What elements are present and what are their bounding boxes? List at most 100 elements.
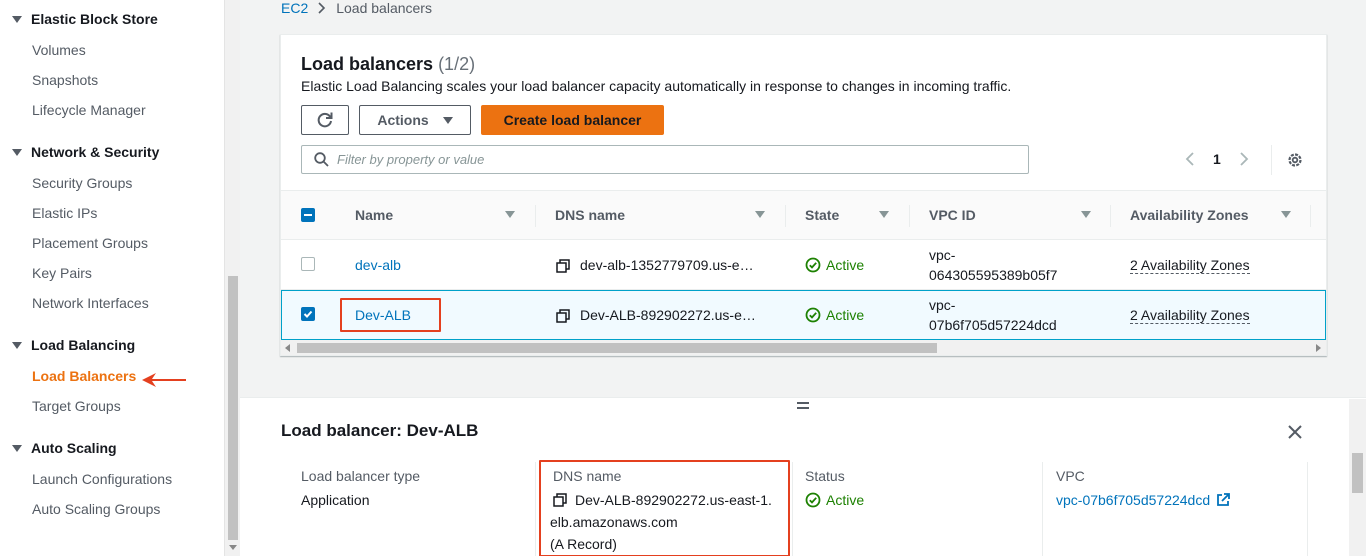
sort-caret-icon[interactable]	[1281, 211, 1291, 218]
scroll-right-icon[interactable]	[1316, 344, 1322, 352]
arrow-left-icon	[142, 373, 186, 387]
state-badge: Active	[805, 257, 864, 273]
page-title: Load balancers (1/2)	[301, 54, 476, 74]
vpc-link[interactable]: vpc-07b6f705d57224dcd	[1056, 492, 1231, 508]
panel-description: Elastic Load Balancing scales your load …	[301, 78, 1012, 94]
column-header-dns-name[interactable]: DNS name	[555, 207, 625, 223]
scroll-down-icon[interactable]	[229, 545, 237, 550]
divider	[1271, 145, 1272, 175]
vpc-id-value: vpc- 064305595389b05f7	[929, 247, 1058, 283]
filter-box[interactable]	[301, 145, 1029, 174]
current-page[interactable]: 1	[1213, 151, 1221, 167]
copy-icon[interactable]	[556, 259, 570, 273]
sidebar-item-launch-configurations[interactable]: Launch Configurations	[32, 471, 172, 487]
details-scrollbar[interactable]	[1349, 399, 1366, 556]
settings-gear-icon[interactable]	[1286, 151, 1304, 169]
column-divider	[1110, 205, 1111, 227]
sidebar-section-network-security[interactable]: Network & Security	[12, 144, 159, 160]
sort-caret-icon[interactable]	[505, 211, 515, 218]
sidebar-item-target-groups[interactable]: Target Groups	[32, 398, 121, 414]
column-header-state[interactable]: State	[805, 207, 839, 223]
external-link-icon[interactable]	[1216, 493, 1231, 507]
sort-caret-icon[interactable]	[755, 211, 765, 218]
scrollbar-thumb[interactable]	[228, 276, 238, 540]
sidebar-section-ebs[interactable]: Elastic Block Store	[12, 11, 158, 27]
breadcrumb-ec2[interactable]: EC2	[281, 0, 308, 16]
column-divider	[1042, 462, 1043, 556]
filter-input[interactable]	[337, 152, 1017, 167]
sidebar-section-load-balancing[interactable]: Load Balancing	[12, 337, 135, 353]
sidebar-item-volumes[interactable]: Volumes	[32, 42, 86, 58]
column-divider	[535, 205, 536, 227]
status-badge: Active	[805, 492, 864, 508]
column-header-vpc-id[interactable]: VPC ID	[929, 207, 976, 223]
details-panel: Load balancer: Dev-ALB Load balancer typ…	[240, 397, 1366, 556]
sidebar-item-security-groups[interactable]: Security Groups	[32, 175, 132, 191]
column-header-name[interactable]: Name	[355, 207, 393, 223]
load-balancer-name-link[interactable]: dev-alb	[355, 257, 401, 273]
refresh-button[interactable]	[301, 105, 349, 135]
sidebar-item-placement-groups[interactable]: Placement Groups	[32, 235, 148, 251]
copy-icon[interactable]	[553, 493, 567, 507]
search-icon	[314, 152, 329, 167]
breadcrumb-current: Load balancers	[336, 0, 432, 16]
sidebar-item-load-balancers[interactable]: Load Balancers	[32, 368, 136, 384]
availability-zones-link[interactable]: 2 Availability Zones	[1130, 307, 1250, 324]
sidebar: Elastic Block Store Volumes Snapshots Li…	[0, 0, 224, 556]
scrollbar-thumb[interactable]	[1352, 453, 1363, 493]
column-header-availability-zones[interactable]: Availability Zones	[1130, 207, 1249, 223]
column-divider	[785, 205, 786, 227]
check-circle-icon	[805, 307, 821, 323]
caret-down-icon	[12, 148, 22, 156]
details-title: Load balancer: Dev-ALB	[281, 421, 479, 440]
copy-icon[interactable]	[556, 309, 570, 323]
sidebar-item-lifecycle-manager[interactable]: Lifecycle Manager	[32, 102, 146, 118]
check-circle-icon	[805, 257, 821, 273]
column-divider	[1310, 205, 1311, 227]
checkmark-icon	[303, 310, 313, 318]
sidebar-item-key-pairs[interactable]: Key Pairs	[32, 265, 92, 281]
pagination: 1	[1185, 151, 1249, 167]
sidebar-item-auto-scaling-groups[interactable]: Auto Scaling Groups	[32, 501, 160, 517]
table-row[interactable]: dev-alb dev-alb-1352779709.us-e… Active …	[281, 240, 1326, 290]
load-balancer-name-link[interactable]: Dev-ALB	[355, 307, 411, 323]
sidebar-item-snapshots[interactable]: Snapshots	[32, 72, 98, 88]
table-header: Name DNS name State VPC ID Availability …	[281, 190, 1326, 240]
column-divider	[1307, 462, 1308, 556]
chevron-left-icon[interactable]	[1185, 151, 1195, 167]
load-balancers-panel: Load balancers (1/2) Elastic Load Balanc…	[280, 34, 1327, 356]
table-row-selected[interactable]: Dev-ALB Dev-ALB-892902272.us-e… Active v…	[281, 290, 1326, 340]
caret-down-icon	[12, 444, 22, 452]
availability-zones-link[interactable]: 2 Availability Zones	[1130, 257, 1250, 274]
dns-name-value: dev-alb-1352779709.us-e…	[580, 257, 754, 273]
scroll-left-icon[interactable]	[285, 344, 291, 352]
row-checkbox-checked[interactable]	[301, 307, 315, 321]
scrollbar-thumb[interactable]	[297, 343, 937, 353]
dns-name-value: Dev-ALB-892902272.us-e…	[580, 307, 756, 323]
chevron-right-icon[interactable]	[1239, 151, 1249, 167]
close-icon[interactable]	[1287, 424, 1303, 440]
horizontal-scrollbar[interactable]	[281, 340, 1326, 355]
sort-caret-icon[interactable]	[879, 211, 889, 218]
column-divider	[792, 462, 793, 556]
chevron-right-icon	[318, 2, 326, 14]
check-circle-icon	[805, 492, 821, 508]
state-badge: Active	[805, 307, 864, 323]
caret-down-icon	[12, 15, 22, 23]
sidebar-item-network-interfaces[interactable]: Network Interfaces	[32, 295, 149, 311]
actions-button[interactable]: Actions	[359, 105, 471, 135]
sort-caret-icon[interactable]	[1081, 211, 1091, 218]
sidebar-section-auto-scaling[interactable]: Auto Scaling	[12, 440, 117, 456]
row-checkbox[interactable]	[301, 257, 315, 271]
create-load-balancer-button[interactable]: Create load balancer	[481, 105, 664, 135]
sidebar-item-elastic-ips[interactable]: Elastic IPs	[32, 205, 97, 221]
dns-name-line: Dev-ALB-892902272.us-east-1.	[553, 492, 772, 508]
breadcrumb: EC2 Load balancers	[281, 0, 432, 16]
resize-handle-icon[interactable]	[797, 402, 809, 412]
detail-vpc: VPC vpc-07b6f705d57224dcd	[1056, 468, 1231, 508]
select-all-checkbox[interactable]	[301, 208, 315, 222]
sidebar-scrollbar[interactable]	[224, 0, 240, 556]
caret-down-icon	[442, 116, 453, 124]
column-divider	[535, 462, 536, 556]
refresh-icon	[317, 112, 333, 128]
